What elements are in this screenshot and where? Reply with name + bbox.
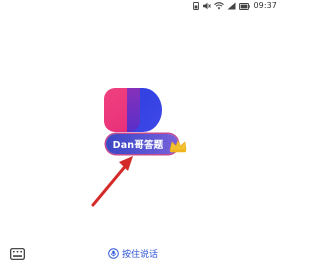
app-screen: 09:37 Dan哥答题 按住说话 [0,0,280,269]
keyboard-icon [9,245,25,264]
wifi-icon [214,2,225,10]
signal-icon [227,2,236,10]
app-name-label: Dan哥答题 [112,140,164,151]
hold-to-talk-label: 按住说话 [122,249,159,260]
crown-icon [168,138,188,153]
battery-saver-icon [193,2,200,10]
mute-icon [202,2,212,10]
hold-to-talk-button[interactable]: 按住说话 [108,243,158,263]
microphone-icon [108,244,119,263]
status-time: 09:37 [253,1,277,10]
app-logo-icon [103,87,163,133]
battery-icon [239,2,251,10]
keyboard-button[interactable] [9,246,25,262]
status-bar: 09:37 [193,0,280,12]
